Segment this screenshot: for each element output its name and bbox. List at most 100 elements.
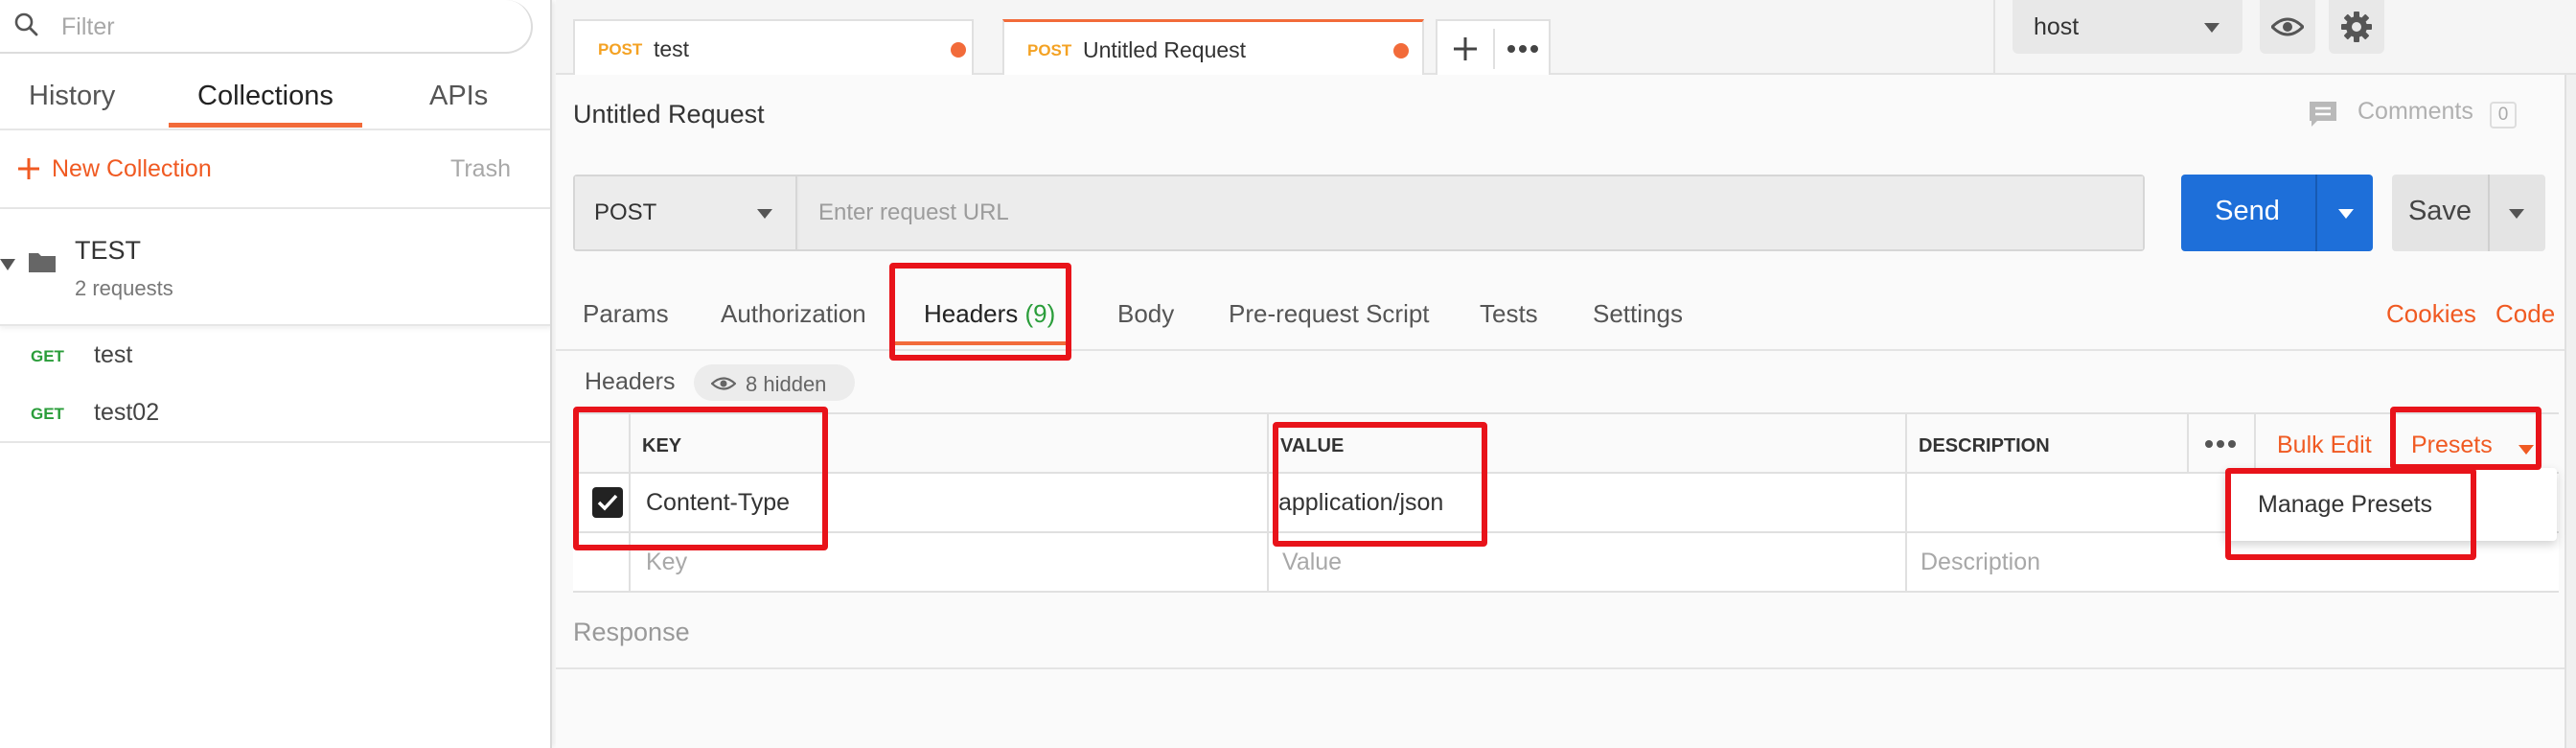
divider [1905,533,1907,591]
method-select[interactable]: POST [575,176,797,249]
environment-select[interactable]: host [2012,0,2242,54]
tab-actions [1436,19,1551,75]
save-button[interactable]: Save [2392,175,2545,251]
divider [1993,0,1995,75]
send-options-chevron-icon[interactable] [2338,209,2354,219]
tab-body[interactable]: Body [1117,299,1174,329]
filter-input[interactable]: Filter [61,13,115,41]
table-header-row: KEY VALUE DESCRIPTION Bulk Edit Presets [573,412,2559,474]
main-panel: POST test POST Untitled Request host Unt… [556,0,2576,748]
divider [1493,29,1495,69]
sidebar: Filter History Collections APIs New Coll… [0,0,552,748]
hidden-headers-toggle[interactable]: 8 hidden [694,364,855,401]
hidden-count-label: 8 hidden [746,372,827,396]
send-label: Send [2215,196,2280,226]
new-tab-plus-icon[interactable] [1453,36,1478,61]
url-bar: POST [573,175,2145,251]
environment-quick-look-button[interactable] [2260,0,2315,54]
filter-box[interactable]: Filter [0,0,533,54]
divider [0,441,550,443]
list-item[interactable]: GET test [0,328,550,386]
divider [2315,175,2317,251]
manage-environments-button[interactable] [2329,0,2384,54]
new-collection-row: New Collection Trash [0,130,550,209]
request-sub-tabs: Params Authorization Headers (9) Body Pr… [556,276,2576,351]
method-badge: GET [31,405,64,423]
gear-icon [2341,12,2372,42]
unsaved-dot-icon [951,42,966,58]
tab-apis[interactable]: APIs [429,81,488,112]
active-tab-indicator [169,123,362,128]
method-badge: GET [31,347,64,365]
value-input[interactable]: Value [1282,549,1342,576]
collection-name: TEST [75,236,142,265]
highlight-box [1273,422,1487,547]
list-item[interactable]: GET test02 [0,386,550,443]
description-input[interactable]: Description [1920,549,2040,576]
url-input[interactable] [799,176,2143,249]
environment-label: host [2034,13,2080,40]
trash-button[interactable]: Trash [450,155,511,183]
request-tab-test[interactable]: POST test [573,19,974,75]
scrollbar[interactable] [2564,75,2576,748]
sidebar-tabs: History Collections APIs [0,73,550,130]
collection-item[interactable]: TEST 2 requests [0,209,550,326]
divider [556,667,2576,669]
comments-button[interactable]: Comments [2358,98,2473,126]
tab-params[interactable]: Params [583,299,669,329]
request-tabbar: POST test POST Untitled Request host [556,0,2576,75]
highlight-box [2225,468,2476,560]
divider [2254,414,2256,472]
folder-icon [29,253,56,272]
send-button[interactable]: Send [2181,175,2373,251]
response-section-label: Response [573,618,690,646]
tab-authorization[interactable]: Authorization [721,299,866,329]
comments-count-badge: 0 [2490,102,2517,129]
divider [1267,474,1269,531]
tab-method: POST [1027,41,1072,59]
tab-collections[interactable]: Collections [197,81,334,112]
eye-icon [2271,17,2304,36]
request-tab-untitled[interactable]: POST Untitled Request [1002,19,1424,75]
highlight-box [889,263,1071,361]
save-options-chevron-icon[interactable] [2509,209,2524,219]
plus-icon [18,158,39,179]
code-link[interactable]: Code [2496,299,2555,329]
tab-method: POST [598,40,643,58]
column-description: DESCRIPTION [1919,435,2050,456]
headers-section-label: Headers [585,368,676,395]
save-label: Save [2407,196,2472,226]
tab-tests[interactable]: Tests [1480,299,1538,329]
divider [1905,414,1907,472]
key-input[interactable]: Key [646,549,687,576]
divider [1905,474,1907,531]
expand-caret-icon[interactable] [0,259,15,270]
more-options-icon[interactable] [2204,439,2237,449]
eye-icon [711,377,736,390]
cookies-link[interactable]: Cookies [2386,299,2476,329]
tab-prerequest-script[interactable]: Pre-request Script [1229,299,1430,329]
chevron-down-icon [757,209,772,219]
unsaved-dot-icon [1393,43,1409,58]
request-title[interactable]: Untitled Request [573,100,765,129]
more-options-icon[interactable] [1506,44,1539,54]
highlight-box [573,407,828,550]
tab-name: Untitled Request [1083,37,1247,62]
tab-settings[interactable]: Settings [1593,299,1683,329]
tab-name: test [654,36,690,61]
method-label: POST [594,199,657,225]
comment-icon [2310,102,2336,127]
request-name: test [94,341,133,368]
divider [2488,175,2490,251]
search-icon [14,12,38,36]
collection-count: 2 requests [75,276,173,300]
highlight-box [2390,407,2542,470]
divider [1267,533,1269,591]
chevron-down-icon [2204,23,2220,33]
divider [1267,414,1269,472]
divider [2187,414,2189,472]
request-name: test02 [94,399,160,426]
tab-history[interactable]: History [29,81,115,112]
bulk-edit-button[interactable]: Bulk Edit [2277,432,2372,459]
new-collection-button[interactable]: New Collection [52,155,212,183]
